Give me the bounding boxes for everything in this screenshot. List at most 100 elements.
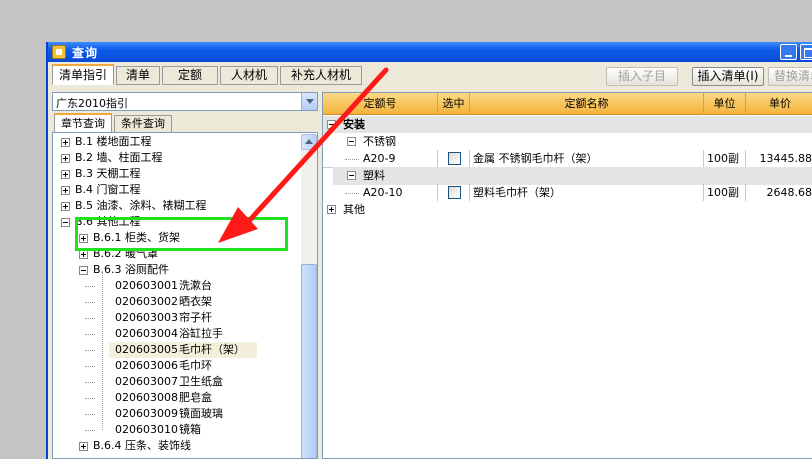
cell-quota-code: A20-10 — [323, 184, 438, 202]
tree-item[interactable]: 020603004 浴缸拉手 — [53, 326, 299, 342]
tree-item-code: 020603007 — [115, 375, 178, 388]
guide-select[interactable]: 广东2010指引 — [52, 92, 318, 111]
grid-group-row[interactable]: 其他 — [323, 201, 812, 219]
scroll-thumb[interactable] — [301, 264, 317, 458]
chapter-tree: B.1 楼地面工程 B.2 墙、柱面工程 B.3 天棚工程 B.4 门窗工程 B.5 油… — [52, 132, 318, 459]
cell-unit: 100副 — [704, 184, 746, 202]
collapse-minus-icon[interactable] — [79, 266, 88, 275]
tree-node-label: B.4 门窗工程 — [75, 183, 141, 196]
tree-node-label: B.6.4 压条、装饰线 — [93, 439, 192, 452]
window-title: 查询 — [72, 46, 99, 60]
col-quota-name[interactable]: 定额名称 — [470, 93, 704, 115]
expand-plus-icon[interactable] — [61, 202, 70, 211]
chevron-down-icon[interactable] — [301, 93, 317, 110]
tree-node[interactable]: B.5 油漆、涂料、裱糊工程 — [53, 198, 299, 214]
replace-list-button[interactable]: 替换清单 — [768, 67, 812, 86]
guide-select-value: 广东2010指引 — [56, 97, 128, 110]
collapse-minus-icon[interactable] — [347, 137, 356, 146]
cell-selected[interactable] — [438, 184, 470, 202]
expand-plus-icon[interactable] — [327, 205, 336, 214]
cell-quota-name: 金属 不锈钢毛巾杆（架） — [470, 150, 704, 168]
expand-plus-icon[interactable] — [61, 170, 70, 179]
tree-node[interactable]: B.1 楼地面工程 — [53, 134, 299, 150]
tab-condition-search[interactable]: 条件查询 — [114, 115, 172, 133]
tree-item-selected[interactable]: 020603005 毛巾杆（架） — [85, 342, 257, 358]
window-titlebar[interactable]: 查询 — [48, 42, 812, 62]
tree-connector — [85, 286, 95, 287]
tree-item[interactable]: 020603002 晒衣架 — [53, 294, 299, 310]
tree-scrollbar[interactable] — [301, 134, 317, 458]
minimize-button[interactable] — [780, 44, 797, 60]
quota-grid: 定额号 选中 定额名称 单位 单价 安装不锈钢 A20-9 金属 不锈钢毛巾杆（架）… — [322, 92, 812, 459]
tab-chapter-search[interactable]: 章节查询 — [54, 113, 112, 133]
grid-group-row[interactable]: 不锈钢 — [333, 133, 812, 151]
expand-plus-icon[interactable] — [61, 186, 70, 195]
tree-item[interactable]: 020603009 镜面玻璃 — [53, 406, 299, 422]
grid-group-label: 不锈钢 — [363, 135, 396, 148]
collapse-minus-icon[interactable] — [61, 218, 70, 227]
grid-group-label: 安装 — [343, 118, 365, 131]
tab-list[interactable]: 清单 — [116, 66, 160, 85]
insert-list-button[interactable]: 插入清单(I) — [692, 67, 764, 86]
grid-group-row[interactable]: 塑料 — [333, 167, 812, 185]
tree-item[interactable]: 020603003 帘子杆 — [53, 310, 299, 326]
tab-quota[interactable]: 定额 — [162, 66, 218, 85]
insert-child-button[interactable]: 插入子目 — [606, 67, 678, 86]
tree-connector — [85, 318, 95, 319]
cell-quota-code: A20-9 — [323, 150, 438, 168]
expand-plus-icon[interactable] — [61, 138, 70, 147]
tree-item-name: 毛巾杆（架） — [179, 343, 245, 356]
tree-item-name: 卫生纸盒 — [179, 375, 223, 388]
tree-item-code: 020603003 — [115, 311, 178, 324]
grid-group-row[interactable]: 安装 — [323, 116, 812, 134]
tree-item-code: 020603004 — [115, 327, 178, 340]
tree-item-code: 020603006 — [115, 359, 178, 372]
tree-item-name: 洗漱台 — [179, 279, 212, 292]
tree-item-name: 帘子杆 — [179, 311, 212, 324]
tree-item-name: 毛巾环 — [179, 359, 212, 372]
tree-item-code: 020603005 — [115, 343, 178, 356]
collapse-minus-icon[interactable] — [327, 120, 336, 129]
expand-plus-icon[interactable] — [79, 250, 88, 259]
col-price[interactable]: 单价 — [746, 93, 812, 115]
tree-node-label: B.6.3 浴厕配件 — [93, 263, 170, 276]
app-icon — [52, 45, 66, 59]
tree-guide-line — [102, 272, 103, 430]
expand-plus-icon[interactable] — [79, 442, 88, 451]
tree-item-name: 浴缸拉手 — [179, 327, 223, 340]
tree-item-code: 020603001 — [115, 279, 178, 292]
col-selected[interactable]: 选中 — [438, 93, 470, 115]
tree-connector — [85, 414, 95, 415]
grid-item-row[interactable]: A20-10 塑料毛巾杆（架） 100副 2648.68 — [323, 184, 812, 202]
maximize-button[interactable] — [800, 44, 812, 60]
tab-supplement-labor-material[interactable]: 补充人材机 — [280, 66, 362, 85]
grid-header: 定额号 选中 定额名称 单位 单价 — [323, 93, 812, 115]
col-quota-code[interactable]: 定额号 — [323, 93, 438, 115]
tree-item[interactable]: 020603001 洗漱台 — [53, 278, 299, 294]
cell-price: 2648.68 — [746, 184, 812, 202]
tree-item[interactable]: 020603007 卫生纸盒 — [53, 374, 299, 390]
col-unit[interactable]: 单位 — [704, 93, 746, 115]
tree-node[interactable]: B.2 墙、柱面工程 — [53, 150, 299, 166]
cell-price: 13445.88 — [746, 150, 812, 168]
tree-item[interactable]: 020603010 镜箱 — [53, 422, 299, 438]
cell-quota-name: 塑料毛巾杆（架） — [470, 184, 704, 202]
tree-node-label: B.5 油漆、涂料、裱糊工程 — [75, 199, 207, 212]
expand-plus-icon[interactable] — [61, 154, 70, 163]
grid-connector — [345, 159, 359, 160]
tree-node[interactable]: B.6.3 浴厕配件 — [53, 262, 299, 278]
select-checkbox[interactable] — [448, 152, 461, 165]
cell-selected[interactable] — [438, 150, 470, 168]
tree-node[interactable]: B.3 天棚工程 — [53, 166, 299, 182]
tab-list-guide[interactable]: 清单指引 — [52, 64, 114, 85]
grid-item-row[interactable]: A20-9 金属 不锈钢毛巾杆（架） 100副 13445.88 — [323, 150, 812, 168]
tree-node[interactable]: B.4 门窗工程 — [53, 182, 299, 198]
scroll-up-icon[interactable] — [301, 134, 317, 150]
collapse-minus-icon[interactable] — [347, 171, 356, 180]
tree-item[interactable]: 020603006 毛巾环 — [53, 358, 299, 374]
tab-labor-material[interactable]: 人材机 — [220, 66, 278, 85]
tree-connector — [85, 382, 95, 383]
tree-node[interactable]: B.6.4 压条、装饰线 — [53, 438, 299, 454]
tree-item[interactable]: 020603008 肥皂盒 — [53, 390, 299, 406]
select-checkbox[interactable] — [448, 186, 461, 199]
